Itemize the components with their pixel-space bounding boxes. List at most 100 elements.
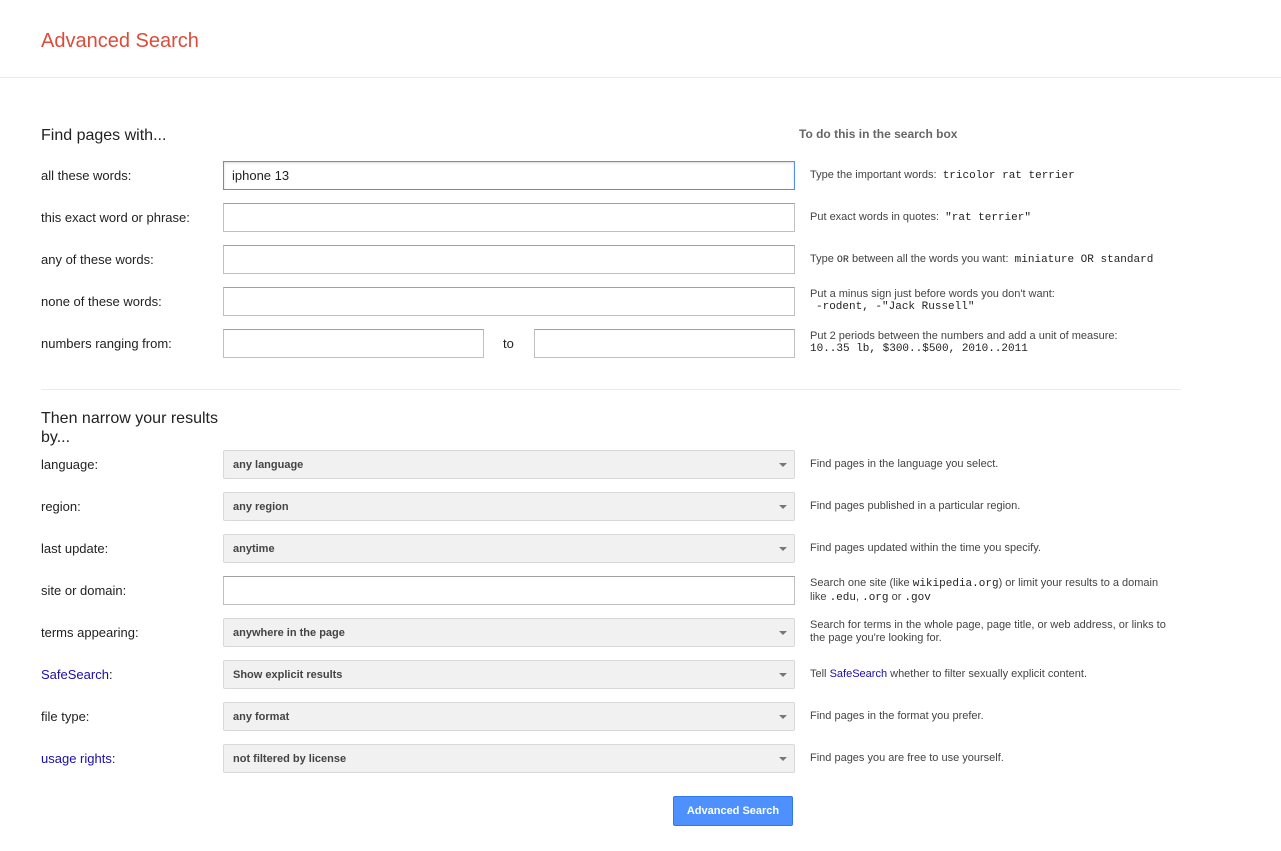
language-hint: Find pages in the language you select. xyxy=(810,458,999,470)
safesearch-hint-text-2: whether to filter sexually explicit cont… xyxy=(890,668,1087,680)
chevron-down-icon xyxy=(779,505,787,509)
row-safesearch: SafeSearch: Show explicit results Tell S… xyxy=(0,660,1281,690)
any-words-hint-or: OR xyxy=(836,255,849,266)
site-hint-example-3: .org xyxy=(862,592,889,604)
usage-rights-select[interactable]: not filtered by license xyxy=(223,744,795,773)
number-range-hint-example: 10..35 lb, $300..$500, 2010..2011 xyxy=(810,343,1028,355)
row-site-domain: site or domain: Search one site (like wi… xyxy=(0,576,1281,606)
site-domain-hint: Search one site (like wikipedia.org) or … xyxy=(810,577,1165,605)
language-select-value: any language xyxy=(233,459,304,471)
terms-appearing-hint: Search for terms in the whole page, page… xyxy=(810,619,1166,644)
usage-rights-select-value: not filtered by license xyxy=(233,753,347,765)
site-domain-label: site or domain: xyxy=(41,583,127,598)
none-words-hint: Put a minus sign just before words you d… xyxy=(810,288,1170,314)
safesearch-label: SafeSearch: xyxy=(41,667,113,683)
safesearch-select-value: Show explicit results xyxy=(233,669,343,681)
site-hint-example-2: .edu xyxy=(829,592,856,604)
site-hint-text-4: or xyxy=(891,591,902,603)
safesearch-link[interactable]: SafeSearch xyxy=(41,667,109,682)
exact-phrase-label: this exact word or phrase: xyxy=(41,210,190,225)
last-update-hint: Find pages updated within the time you s… xyxy=(810,542,1041,554)
row-usage-rights: usage rights: not filtered by license Fi… xyxy=(0,744,1281,774)
file-type-select[interactable]: any format xyxy=(223,702,795,731)
safesearch-hint-text-1: Tell xyxy=(810,668,827,680)
usage-rights-label: usage rights: xyxy=(41,751,115,767)
any-words-input[interactable] xyxy=(223,245,795,274)
chevron-down-icon xyxy=(779,715,787,719)
site-hint-text-3: , xyxy=(855,591,860,603)
safesearch-hint: Tell SafeSearch whether to filter sexual… xyxy=(810,668,1170,681)
exact-phrase-hint-example: "rat terrier" xyxy=(945,212,1031,224)
exact-phrase-hint: Put exact words in quotes: "rat terrier" xyxy=(810,211,1170,225)
row-none-words: none of these words: Put a minus sign ju… xyxy=(0,287,1281,317)
any-words-hint-text-1: Type xyxy=(810,253,834,265)
site-domain-input[interactable] xyxy=(223,576,795,605)
language-select[interactable]: any language xyxy=(223,450,795,479)
row-exact-phrase: this exact word or phrase: Put exact wor… xyxy=(0,203,1281,233)
row-any-words: any of these words: Type OR between all … xyxy=(0,245,1281,275)
none-words-input[interactable] xyxy=(223,287,795,316)
chevron-down-icon xyxy=(779,547,787,551)
safesearch-select[interactable]: Show explicit results xyxy=(223,660,795,689)
file-type-hint: Find pages in the format you prefer. xyxy=(810,710,984,722)
safesearch-label-suffix: : xyxy=(108,667,113,682)
exact-phrase-input[interactable] xyxy=(223,203,795,232)
site-hint-example-1: wikipedia.org xyxy=(912,578,999,590)
any-words-hint-example: miniature OR standard xyxy=(1014,254,1154,266)
none-words-hint-example: -rodent, -"Jack Russell" xyxy=(816,301,975,313)
chevron-down-icon xyxy=(779,673,787,677)
range-from-input[interactable] xyxy=(223,329,484,358)
narrow-results-heading: Then narrow your results by... xyxy=(41,410,218,446)
none-words-hint-text: Put a minus sign just before words you d… xyxy=(810,288,1055,300)
last-update-select-value: anytime xyxy=(233,543,275,555)
row-file-type: file type: any format Find pages in the … xyxy=(0,702,1281,732)
all-words-label: all these words: xyxy=(41,168,132,183)
file-type-select-value: any format xyxy=(233,711,290,723)
all-words-hint: Type the important words: tricolor rat t… xyxy=(810,169,1170,183)
chevron-down-icon xyxy=(779,631,787,635)
row-terms-appearing: terms appearing: anywhere in the page Se… xyxy=(0,618,1281,648)
page-header: Advanced Search xyxy=(0,0,1281,78)
region-select[interactable]: any region xyxy=(223,492,795,521)
last-update-select[interactable]: anytime xyxy=(223,534,795,563)
last-update-label: last update: xyxy=(41,541,109,556)
safesearch-hint-link[interactable]: SafeSearch xyxy=(830,668,887,680)
site-hint-text-1: Search one site (like xyxy=(810,577,910,589)
any-words-label: any of these words: xyxy=(41,252,154,267)
find-pages-heading: Find pages with... xyxy=(41,127,167,144)
any-words-hint-text-2: between all the words you want: xyxy=(852,253,1009,265)
all-words-hint-example: tricolor rat terrier xyxy=(942,170,1075,182)
region-hint: Find pages published in a particular reg… xyxy=(810,500,1021,512)
terms-appearing-label: terms appearing: xyxy=(41,625,139,640)
advanced-search-button[interactable]: Advanced Search xyxy=(673,796,793,826)
number-range-hint: Put 2 periods between the numbers and ad… xyxy=(810,330,1170,356)
terms-appearing-select-value: anywhere in the page xyxy=(233,627,345,639)
hint-heading: To do this in the search box xyxy=(799,127,958,141)
all-words-input[interactable] xyxy=(223,161,795,190)
page-title: Advanced Search xyxy=(41,30,199,52)
file-type-label: file type: xyxy=(41,709,90,724)
chevron-down-icon xyxy=(779,757,787,761)
usage-rights-link[interactable]: usage rights xyxy=(41,751,112,766)
row-region: region: any region Find pages published … xyxy=(0,492,1281,522)
usage-rights-label-suffix: : xyxy=(111,751,116,766)
usage-rights-hint: Find pages you are free to use yourself. xyxy=(810,752,1004,764)
all-words-hint-text: Type the important words: xyxy=(810,169,937,181)
none-words-label: none of these words: xyxy=(41,294,162,309)
number-range-label: numbers ranging from: xyxy=(41,336,172,351)
chevron-down-icon xyxy=(779,463,787,467)
terms-appearing-select[interactable]: anywhere in the page xyxy=(223,618,795,647)
range-to-input[interactable] xyxy=(534,329,795,358)
row-all-words: all these words: Type the important word… xyxy=(0,161,1281,191)
row-number-range: numbers ranging from: to Put 2 periods b… xyxy=(0,329,1281,359)
site-hint-example-4: .gov xyxy=(904,592,931,604)
region-select-value: any region xyxy=(233,501,289,513)
language-label: language: xyxy=(41,457,99,472)
exact-phrase-hint-text: Put exact words in quotes: xyxy=(810,211,940,223)
region-label: region: xyxy=(41,499,81,514)
row-last-update: last update: anytime Find pages updated … xyxy=(0,534,1281,564)
row-language: language: any language Find pages in the… xyxy=(0,450,1281,480)
number-range-hint-text: Put 2 periods between the numbers and ad… xyxy=(810,330,1118,342)
range-to-label: to xyxy=(503,336,514,351)
any-words-hint: Type OR between all the words you want: … xyxy=(810,253,1170,267)
